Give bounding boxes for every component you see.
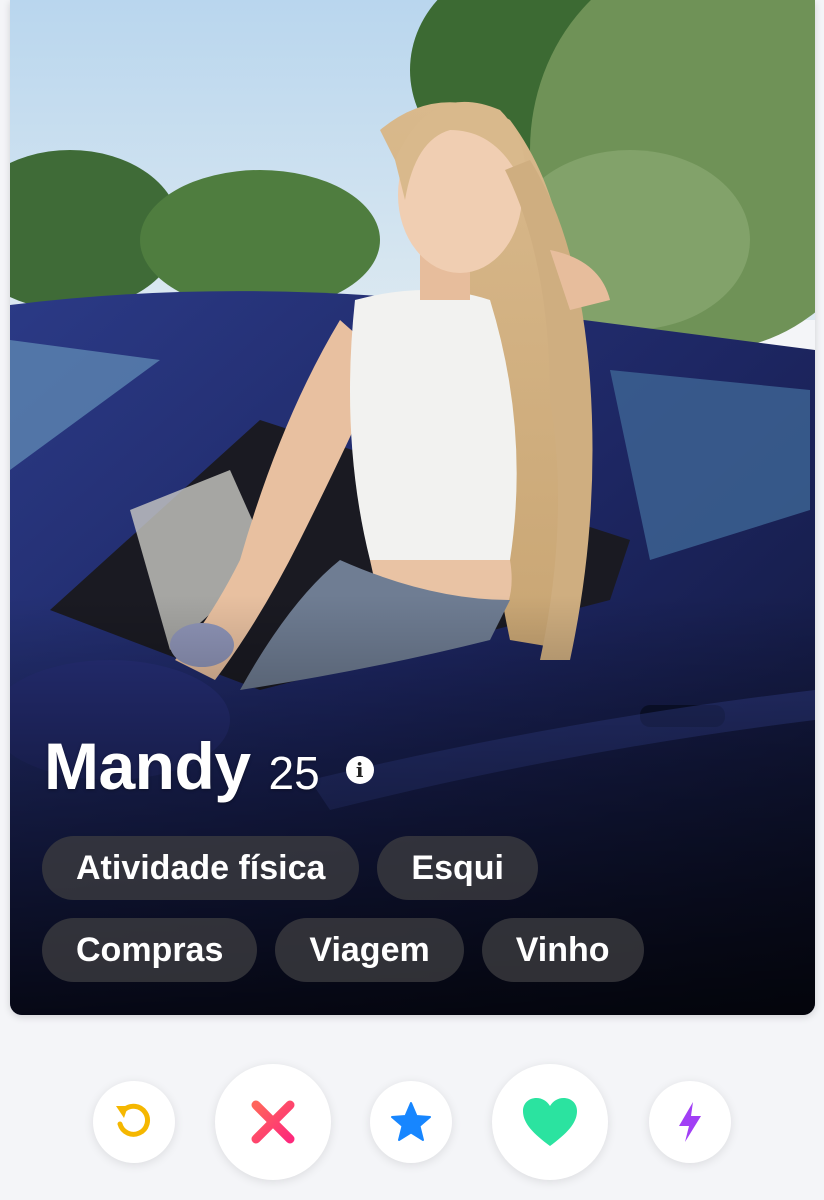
star-icon: [391, 1102, 431, 1141]
profile-card[interactable]: Mandy 25 i Atividade física Esqui Compra…: [10, 0, 815, 1015]
nope-button[interactable]: [215, 1064, 331, 1180]
profile-header: Mandy 25 i: [44, 728, 374, 804]
profile-name: Mandy: [44, 729, 251, 803]
interest-tags: Atividade física Esqui Compras Viagem Vi…: [42, 836, 722, 982]
rewind-icon: [116, 1103, 150, 1137]
interest-tag: Atividade física: [42, 836, 360, 900]
heart-icon: [523, 1098, 577, 1146]
x-icon: [251, 1100, 295, 1144]
interest-tag: Viagem: [275, 918, 464, 982]
action-bar: [0, 1060, 824, 1180]
boost-button[interactable]: [649, 1081, 731, 1163]
like-button[interactable]: [492, 1064, 608, 1180]
super-like-button[interactable]: [370, 1081, 452, 1163]
interest-tag: Vinho: [481, 918, 644, 982]
interest-tag: Compras: [42, 918, 258, 982]
profile-age: 25: [268, 747, 320, 799]
bolt-icon: [679, 1102, 701, 1142]
rewind-button[interactable]: [93, 1081, 175, 1163]
interest-tag: Esqui: [377, 836, 538, 900]
profile-screen: Mandy 25 i Atividade física Esqui Compra…: [0, 0, 824, 1200]
info-icon[interactable]: i: [345, 756, 374, 784]
